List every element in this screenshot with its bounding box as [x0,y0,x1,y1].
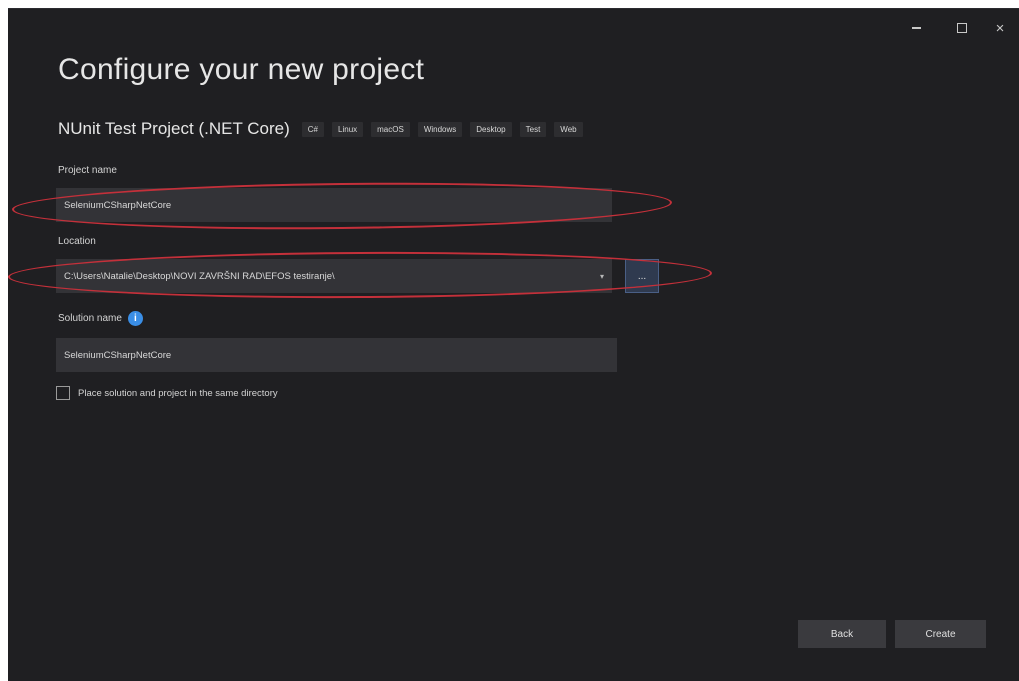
tag-test: Test [519,121,547,137]
solution-name-label-row: Solution name i [58,311,143,326]
location-combobox[interactable]: C:\Users\Natalie\Desktop\NOVI ZAVRŠNI RA… [56,259,612,293]
page-title: Configure your new project [58,53,425,86]
close-icon: × [995,19,1005,37]
tag-csharp: C# [301,121,325,137]
tag-web: Web [554,121,583,137]
template-name: NUnit Test Project (.NET Core) [58,119,290,138]
same-directory-option[interactable]: Place solution and project in the same d… [56,386,278,400]
create-button[interactable]: Create [895,620,986,648]
template-info: NUnit Test Project (.NET Core) C# Linux … [58,119,591,139]
location-label: Location [58,236,96,247]
chevron-down-icon[interactable]: ▾ [600,272,604,281]
solution-name-input[interactable] [56,338,617,372]
same-directory-label: Place solution and project in the same d… [78,387,278,399]
back-button[interactable]: Back [798,620,886,648]
configure-project-window: × Configure your new project NUnit Test … [8,8,1019,681]
close-button[interactable]: × [985,15,1015,41]
tag-windows: Windows [417,121,463,137]
minimize-button[interactable] [893,15,939,41]
maximize-button[interactable] [939,15,985,41]
browse-location-button[interactable]: ... [625,259,659,293]
tag-macos: macOS [371,121,410,137]
location-value: C:\Users\Natalie\Desktop\NOVI ZAVRŠNI RA… [64,270,335,282]
info-icon[interactable]: i [127,311,143,326]
same-directory-checkbox[interactable] [56,386,70,400]
tag-desktop: Desktop [470,121,512,137]
maximize-icon [957,23,967,33]
minimize-icon [911,27,921,29]
project-name-label: Project name [58,165,117,176]
solution-name-label: Solution name [58,313,122,325]
window-controls: × [893,15,1015,41]
tag-linux: Linux [332,121,364,137]
project-name-input[interactable] [56,188,612,222]
